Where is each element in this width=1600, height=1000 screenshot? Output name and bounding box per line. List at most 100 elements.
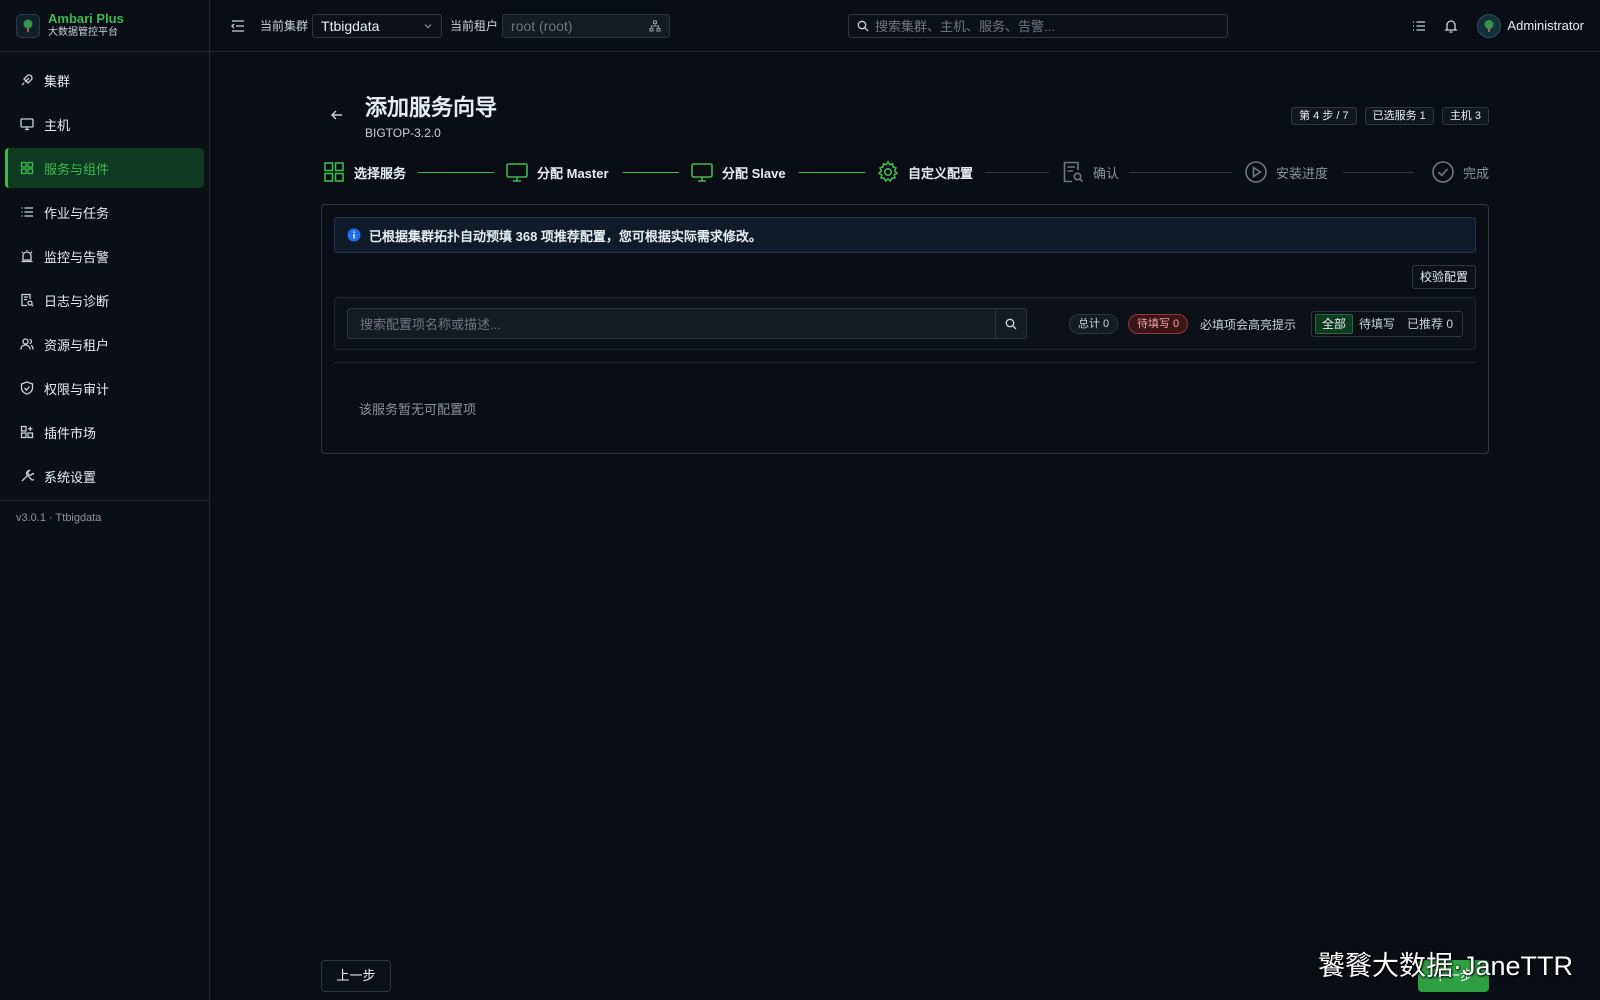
filter-pending[interactable]: 待填写 [1353, 314, 1401, 334]
monitor-icon [505, 160, 529, 184]
users-icon [20, 337, 34, 351]
step-install-progress[interactable]: 安装进度 [1244, 158, 1328, 186]
config-filter-bar: 搜索配置项名称或描述... 总计 0 待填写 0 必填项会高亮提示 全部 待填写… [334, 297, 1476, 350]
info-icon [347, 228, 361, 242]
sidebar-item-resources[interactable]: 资源与租户 [5, 324, 204, 364]
sidebar-item-settings[interactable]: 系统设置 [5, 456, 204, 496]
sidebar-item-label: 插件市场 [44, 425, 97, 441]
filter-all[interactable]: 全部 [1314, 314, 1353, 334]
sidebar: Ambari Plus 大数据管控平台 集群 主机 服务与组件 作业与任务 监控… [0, 0, 210, 1000]
sidebar-nav: 集群 主机 服务与组件 作业与任务 监控与告警 日志与诊断 资源与租户 权限与审… [0, 52, 209, 496]
sidebar-item-logs[interactable]: 日志与诊断 [5, 280, 204, 320]
config-search-field[interactable]: 搜索配置项名称或描述... [347, 308, 1027, 339]
sidebar-item-permissions[interactable]: 权限与审计 [5, 368, 204, 408]
step-label: 自定义配置 [908, 165, 974, 181]
previous-step-button[interactable]: 上一步 [321, 960, 391, 992]
step-assign-master[interactable]: 分配 Master [505, 158, 609, 186]
step-connector [799, 172, 865, 173]
config-card: 已根据集群拓扑自动预填 368 项推荐配置，您可根据实际需求修改。 校验配置 搜… [321, 204, 1489, 454]
grid-icon [322, 160, 346, 184]
step-custom-config[interactable]: 自定义配置 [876, 158, 973, 186]
avatar[interactable] [1477, 13, 1502, 38]
sidebar-item-hosts[interactable]: 主机 [5, 104, 204, 144]
divider [334, 362, 1476, 363]
pending-count-badge: 待填写 0 [1128, 314, 1189, 334]
wizard-badges: 第 4 步 / 7 已选服务 1 主机 3 [1283, 107, 1489, 125]
task-list-icon[interactable] [1411, 18, 1427, 34]
log-search-icon [20, 293, 34, 307]
config-search-input[interactable]: 搜索配置项名称或描述... [348, 314, 995, 333]
info-alert: 已根据集群拓扑自动预填 368 项推荐配置，您可根据实际需求修改。 [334, 217, 1476, 253]
step-assign-slave[interactable]: 分配 Slave [690, 158, 786, 186]
menu-collapse-icon[interactable] [230, 18, 246, 34]
validate-config-button[interactable]: 校验配置 [1411, 265, 1476, 289]
sidebar-item-monitoring[interactable]: 监控与告警 [5, 236, 204, 276]
sidebar-item-label: 资源与租户 [44, 337, 110, 353]
step-label: 安装进度 [1276, 165, 1329, 181]
step-connector [418, 172, 494, 173]
wrench-icon [20, 469, 34, 483]
sidebar-item-label: 系统设置 [44, 469, 97, 485]
shield-icon [20, 381, 34, 395]
sidebar-item-label: 主机 [44, 117, 71, 133]
filter-recommended[interactable]: 已推荐 0 [1401, 314, 1459, 334]
search-icon [1005, 318, 1017, 330]
sidebar-item-label: 服务与组件 [44, 161, 110, 177]
user-name[interactable]: Administrator [1507, 18, 1584, 33]
document-search-icon [1061, 160, 1085, 184]
watermark: 饕餮大数据·JaneTTR [1318, 951, 1574, 981]
tenant-select[interactable]: root (root) [502, 13, 671, 38]
apps-icon [20, 425, 34, 439]
step-select-services[interactable]: 选择服务 [322, 158, 406, 186]
alarm-icon [20, 249, 34, 263]
brand-name: Ambari Plus [48, 11, 124, 27]
step-label: 选择服务 [354, 165, 407, 181]
sidebar-item-jobs[interactable]: 作业与任务 [5, 192, 204, 232]
sidebar-item-label: 监控与告警 [44, 249, 110, 265]
tree-logo-icon [16, 13, 40, 38]
alert-text: 已根据集群拓扑自动预填 368 项推荐配置，您可根据实际需求修改。 [369, 228, 762, 244]
step-connector [623, 172, 679, 173]
grid-icon [20, 161, 34, 175]
hierarchy-icon [649, 19, 661, 32]
sidebar-item-label: 作业与任务 [44, 205, 110, 221]
cluster-select[interactable]: Ttbigdata [312, 13, 443, 38]
play-circle-icon [1244, 160, 1268, 184]
brand[interactable]: Ambari Plus 大数据管控平台 [0, 0, 209, 52]
brand-subtitle: 大数据管控平台 [48, 27, 118, 39]
search-button[interactable] [995, 309, 1026, 338]
global-search-placeholder: 搜索集群、主机、服务、告警... [875, 19, 1055, 34]
step-confirm[interactable]: 确认 [1061, 158, 1119, 186]
topbar: 当前集群 Ttbigdata 当前租户 root (root) 搜索集群、主机、… [210, 0, 1600, 52]
sidebar-item-label: 集群 [44, 73, 71, 89]
page-subtitle: BIGTOP-3.2.0 [365, 126, 441, 140]
selected-services-badge: 已选服务 1 [1364, 107, 1434, 125]
step-connector [985, 172, 1049, 173]
monitor-icon [20, 117, 34, 131]
global-search-input[interactable]: 搜索集群、主机、服务、告警... [848, 13, 1228, 38]
sidebar-item-plugins[interactable]: 插件市场 [5, 412, 204, 452]
config-filter-segment: 全部 待填写 已推荐 0 [1310, 311, 1463, 337]
step-connector [1129, 172, 1232, 173]
sidebar-item-label: 权限与审计 [44, 381, 110, 397]
sidebar-item-cluster[interactable]: 集群 [5, 60, 204, 100]
wizard-stepper: 选择服务 分配 Master 分配 Slave 自定义配置 确认 安装进度 完成 [322, 158, 1490, 186]
step-label: 完成 [1463, 165, 1490, 181]
rocket-icon [20, 73, 34, 87]
chevron-down-icon [423, 21, 433, 31]
empty-state-text: 该服务暂无可配置项 [359, 402, 477, 417]
topbar-actions: Administrator [1411, 13, 1584, 38]
step-label: 确认 [1093, 165, 1120, 181]
sidebar-divider [0, 500, 209, 501]
required-hint: 必填项会高亮提示 [1200, 318, 1297, 332]
back-arrow-icon[interactable] [329, 107, 345, 123]
cluster-select-value: Ttbigdata [321, 17, 380, 34]
cluster-label: 当前集群 [260, 19, 309, 33]
step-label: 分配 Master [537, 165, 609, 181]
bell-icon[interactable] [1443, 18, 1459, 34]
sidebar-item-services[interactable]: 服务与组件 [5, 148, 204, 188]
tenant-placeholder: root (root) [511, 17, 573, 34]
step-connector [1343, 172, 1414, 173]
step-finish[interactable]: 完成 [1431, 158, 1489, 186]
monitor-icon [690, 160, 714, 184]
